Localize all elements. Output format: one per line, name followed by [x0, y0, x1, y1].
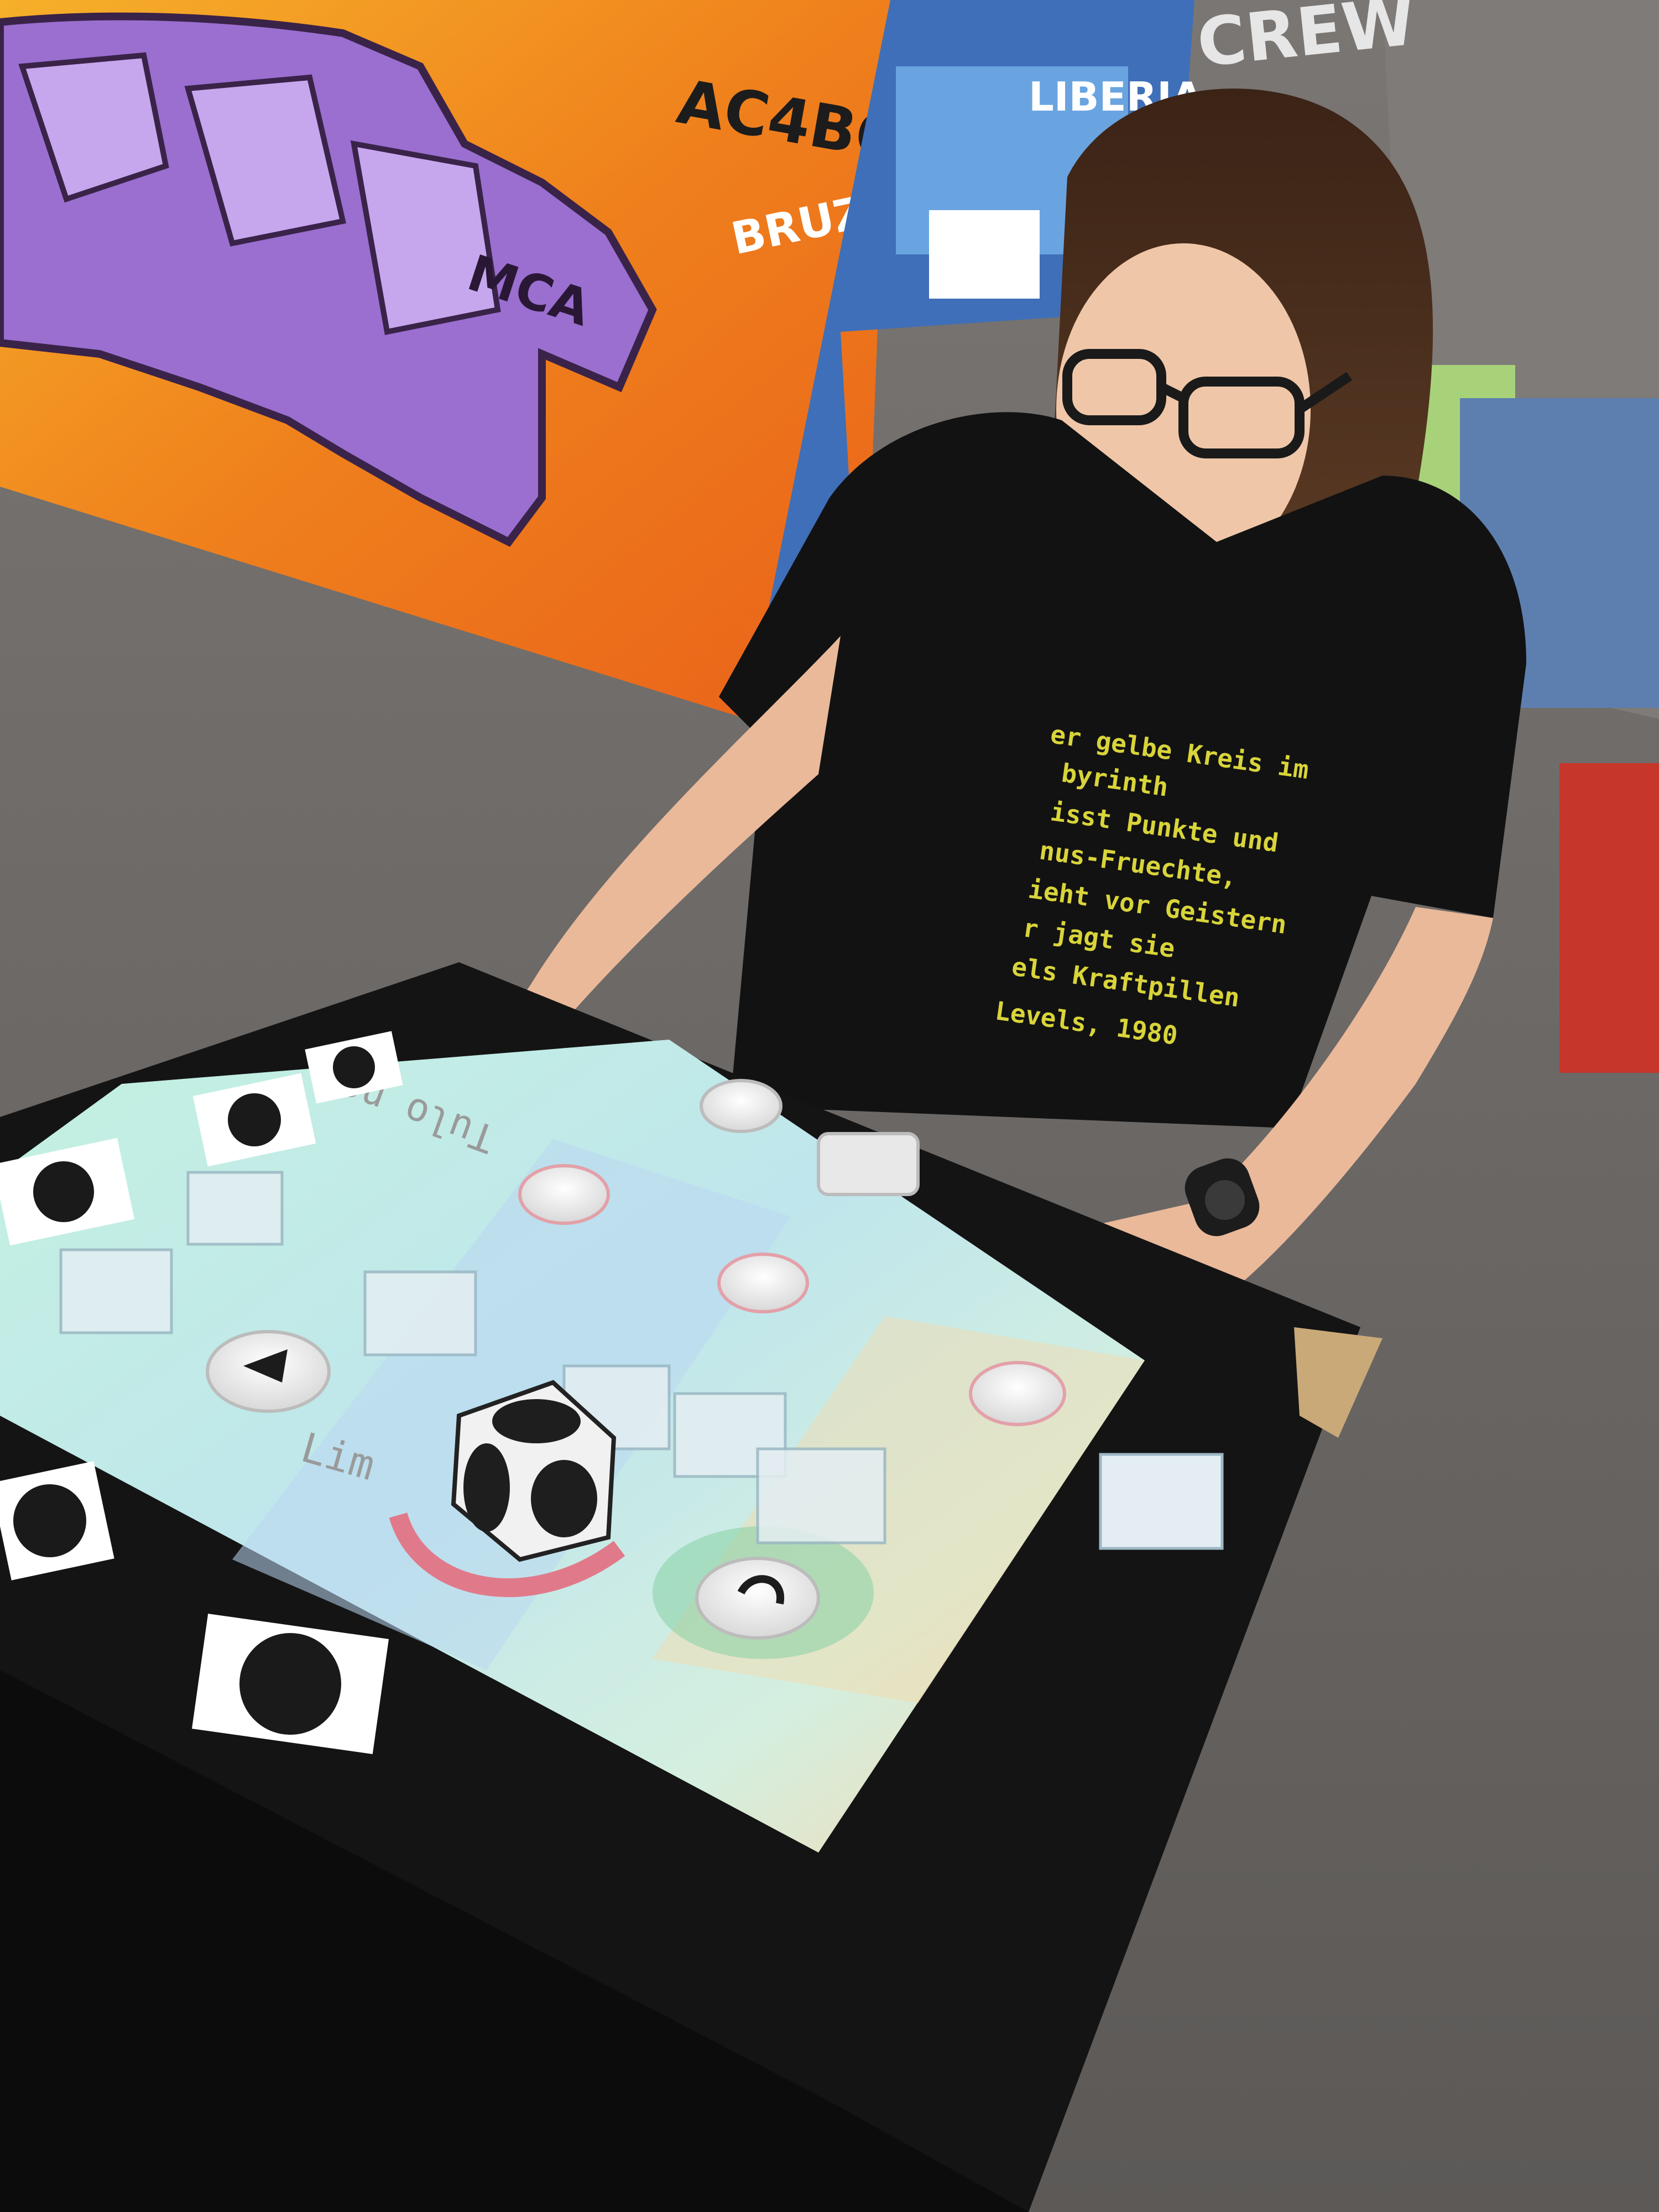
red-graffiti: [1559, 763, 1659, 1073]
acrylic-block[interactable]: [59, 1248, 173, 1334]
game-token-icon[interactable]: [518, 1164, 610, 1225]
acrylic-block[interactable]: [756, 1447, 886, 1545]
game-token-icon[interactable]: [206, 1330, 331, 1413]
photo-scene: MCA AC4BO BRUZ LIBERIA CREW Tulo net Lim: [0, 0, 1659, 2212]
game-token-icon[interactable]: [695, 1557, 820, 1640]
game-token-icon[interactable]: [969, 1361, 1066, 1426]
game-token-icon[interactable]: [817, 1132, 920, 1196]
sticker-patch: [929, 210, 1040, 299]
acrylic-block[interactable]: [1099, 1453, 1224, 1550]
acrylic-block[interactable]: [363, 1270, 477, 1357]
game-token-icon[interactable]: [717, 1253, 809, 1313]
acrylic-block[interactable]: [186, 1171, 284, 1246]
game-token-icon[interactable]: [700, 1079, 782, 1133]
